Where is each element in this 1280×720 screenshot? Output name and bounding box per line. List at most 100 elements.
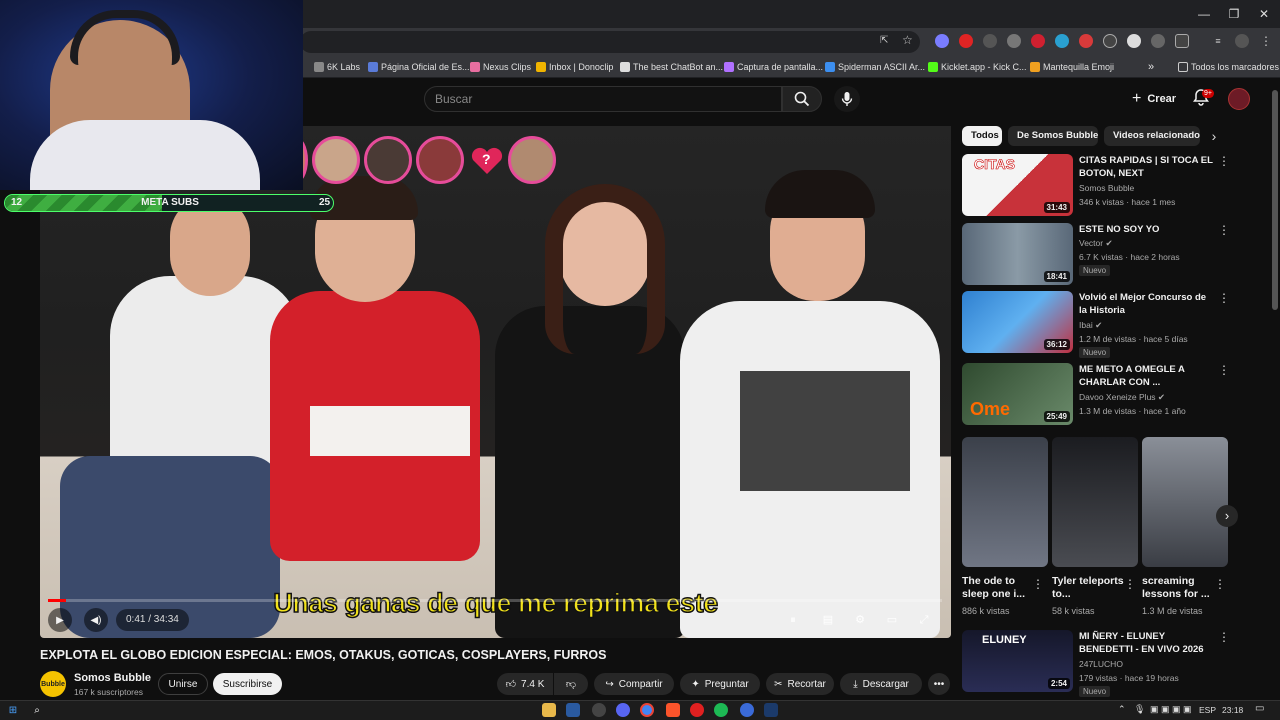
short-thumbnail[interactable]: [1052, 437, 1138, 567]
join-button[interactable]: Unirse: [158, 673, 208, 695]
fullscreen-icon[interactable]: ⤢: [915, 611, 933, 629]
app-icon[interactable]: [592, 703, 606, 717]
settings-gear-icon[interactable]: ⚙: [851, 611, 869, 629]
progress-bar[interactable]: [48, 599, 942, 602]
extension-icon[interactable]: [959, 34, 973, 48]
extension-icon[interactable]: [983, 34, 997, 48]
notification-center-icon[interactable]: ▭: [1255, 703, 1264, 714]
recommendation-item[interactable]: CITAS 31:43 CITAS RAPIDAS | SI TOCA EL B…: [962, 154, 1232, 220]
ask-button[interactable]: ✦ Preguntar: [680, 673, 760, 695]
search-input[interactable]: Buscar: [424, 86, 782, 112]
more-options-icon[interactable]: ⋮: [1218, 630, 1230, 644]
bookmark-item[interactable]: Kicklet.app - Kick C...: [928, 60, 1027, 74]
tray-icons[interactable]: ▣ ▣ ▣ ▣: [1150, 704, 1192, 715]
chips-next-chevron-icon[interactable]: ›: [1206, 128, 1222, 144]
minimize-button[interactable]: —: [1194, 4, 1214, 24]
bookmark-item[interactable]: 6K Labs: [314, 60, 360, 74]
steam-icon[interactable]: [764, 703, 778, 717]
extension-icon[interactable]: [1127, 34, 1141, 48]
bookmark-item[interactable]: Página Oficial de Es...: [368, 60, 470, 74]
extension-icon[interactable]: [1103, 34, 1117, 48]
subscribe-button[interactable]: Suscribirse: [213, 673, 282, 695]
more-options-icon[interactable]: ⋮: [1032, 577, 1044, 591]
discord-icon[interactable]: [616, 703, 630, 717]
extension-icon[interactable]: [1151, 34, 1165, 48]
new-badge: Nuevo: [1079, 686, 1111, 697]
chip-all[interactable]: Todos: [962, 126, 1002, 146]
more-options-icon[interactable]: ⋮: [1218, 154, 1230, 168]
more-actions-button[interactable]: •••: [928, 673, 950, 695]
chip-related[interactable]: Videos relacionados: [1104, 126, 1200, 146]
bookmark-favicon-icon: [928, 62, 938, 72]
play-button[interactable]: ▶: [48, 608, 72, 632]
bookmarks-overflow-button[interactable]: »: [1148, 60, 1154, 74]
extension-icon[interactable]: [935, 34, 949, 48]
bookmark-item[interactable]: Mantequilla Emoji: [1030, 60, 1114, 74]
create-button[interactable]: + Crear: [1126, 88, 1182, 110]
maximize-button[interactable]: ❐: [1224, 4, 1244, 24]
voice-search-button[interactable]: [834, 86, 860, 112]
app-icon[interactable]: [740, 703, 754, 717]
download-button[interactable]: ⤓ Descargar: [840, 673, 922, 695]
more-options-icon[interactable]: ⋮: [1218, 363, 1230, 377]
chrome-icon[interactable]: [640, 703, 654, 717]
steam-icon[interactable]: [566, 703, 580, 717]
search-icon[interactable]: ⌕: [30, 703, 44, 717]
autoplay-toggle[interactable]: ⏸: [784, 611, 802, 629]
channel-name[interactable]: Somos Bubble: [74, 672, 151, 684]
shorts-next-chevron-icon[interactable]: ›: [1216, 505, 1238, 527]
tab-search-icon[interactable]: ≡: [1211, 34, 1225, 48]
bookmark-item[interactable]: Captura de pantalla...: [724, 60, 823, 74]
bookmark-star-icon[interactable]: ☆: [902, 33, 916, 47]
theater-mode-icon[interactable]: ▭: [883, 611, 901, 629]
bookmark-item[interactable]: Spiderman ASCII Ar...: [825, 60, 925, 74]
extensions-puzzle-icon[interactable]: [1175, 34, 1189, 48]
short-title[interactable]: The ode to sleep one i...: [962, 575, 1038, 601]
close-window-button[interactable]: ✕: [1254, 4, 1274, 24]
bookmark-item[interactable]: The best ChatBot an...: [620, 60, 723, 74]
tray-chevron-icon[interactable]: ⌃: [1118, 704, 1126, 715]
clock[interactable]: 23:18: [1222, 705, 1243, 715]
all-bookmarks-folder[interactable]: Todos los marcadores: [1178, 60, 1279, 74]
short-thumbnail[interactable]: [962, 437, 1048, 567]
more-options-icon[interactable]: ⋮: [1124, 577, 1136, 591]
subtitles-icon[interactable]: ▤: [819, 611, 837, 629]
bookmark-item[interactable]: Inbox | Donoclip: [536, 60, 613, 74]
more-options-icon[interactable]: ⋮: [1218, 223, 1230, 237]
bookmark-item[interactable]: Nexus Clips: [470, 60, 531, 74]
brave-icon[interactable]: [666, 703, 680, 717]
search-button[interactable]: [782, 86, 822, 112]
chip-from-channel[interactable]: De Somos Bubble: [1008, 126, 1098, 146]
extension-icon[interactable]: [1031, 34, 1045, 48]
url-field[interactable]: [300, 31, 920, 53]
like-button[interactable]: 👍︎ 7.4 K: [497, 673, 553, 695]
short-title[interactable]: Tyler teleports to...: [1052, 575, 1128, 601]
mute-button[interactable]: ◀): [84, 608, 108, 632]
recommendation-item[interactable]: 18:41 ESTE NO SOY YO Vector ✔ 6.7 K vist…: [962, 223, 1232, 289]
language-indicator[interactable]: ESP: [1199, 705, 1216, 715]
recommendation-item[interactable]: ELUNEY 2:54 MI ÑERY - ELUNEY BENEDETTI -…: [962, 630, 1232, 697]
short-thumbnail[interactable]: [1142, 437, 1228, 567]
clip-button[interactable]: ✂ Recortar: [766, 673, 834, 695]
share-button[interactable]: ↪ Compartir: [594, 673, 674, 695]
extension-icon[interactable]: [1079, 34, 1093, 48]
more-options-icon[interactable]: ⋮: [1214, 577, 1226, 591]
microphone-icon[interactable]: 🎙︎: [1134, 704, 1145, 715]
install-app-icon[interactable]: ⇱: [880, 35, 892, 47]
spotify-icon[interactable]: [714, 703, 728, 717]
page-scrollbar[interactable]: [1272, 90, 1278, 310]
more-options-icon[interactable]: ⋮: [1218, 291, 1230, 305]
profile-icon[interactable]: [1235, 34, 1249, 48]
short-title[interactable]: screaming lessons for ...: [1142, 575, 1218, 601]
extension-icon[interactable]: [1055, 34, 1069, 48]
media-app-icon[interactable]: [690, 703, 704, 717]
windows-start-icon[interactable]: ⊞: [6, 703, 20, 717]
account-avatar[interactable]: [1228, 88, 1250, 110]
recommendation-item[interactable]: Ome 25:49 ME METO A OMEGLE A CHARLAR CON…: [962, 363, 1232, 429]
recommendation-item[interactable]: 36:12 Volvió el Mejor Concurso de la His…: [962, 291, 1232, 358]
browser-menu-icon[interactable]: ⋮: [1259, 34, 1273, 48]
dislike-button[interactable]: 👎︎: [554, 673, 588, 695]
extension-icon[interactable]: [1007, 34, 1021, 48]
channel-avatar[interactable]: Bubble: [40, 671, 66, 697]
file-explorer-icon[interactable]: [542, 703, 556, 717]
